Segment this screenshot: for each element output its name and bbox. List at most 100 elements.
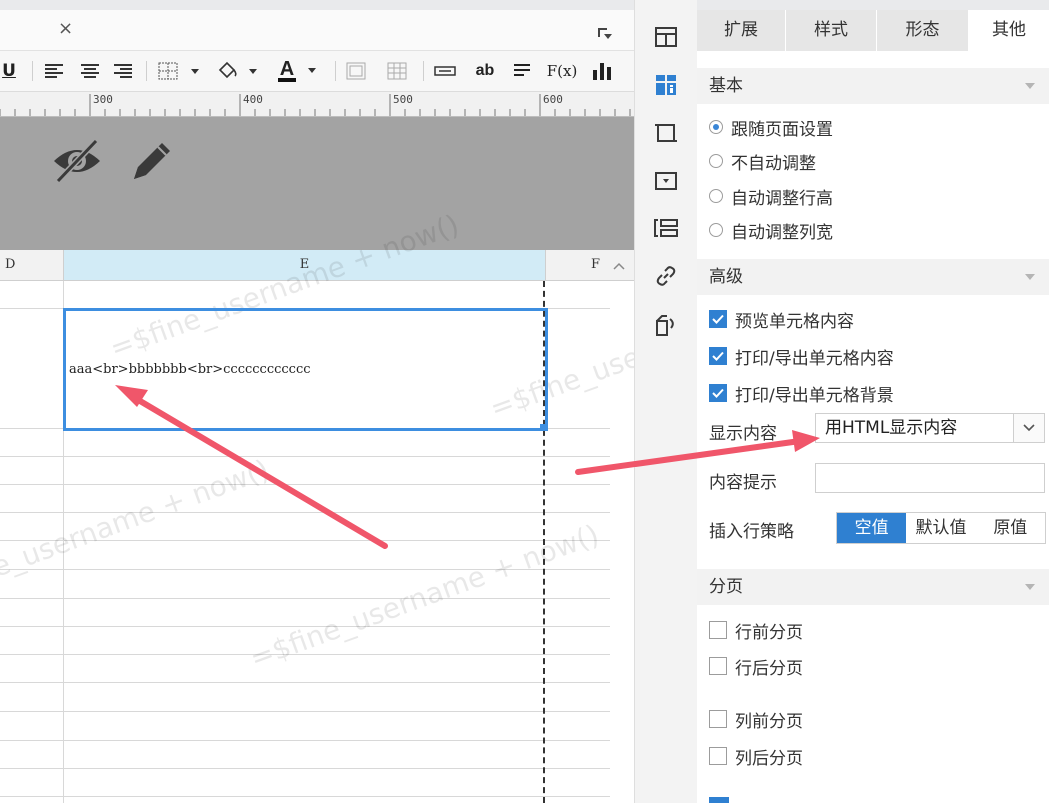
chart-icon[interactable] — [589, 59, 615, 83]
cell-content-text: aaa<br>bbbbbbb<br>cccccccccccc — [69, 362, 311, 377]
section-advanced[interactable]: 高级 — [697, 259, 1049, 295]
tab-form[interactable]: 形态 — [877, 10, 969, 51]
ruler-label: 300 — [93, 93, 113, 106]
cell-properties-panel: 扩展 样式 形态 其他 基本 跟随页面设置 不自动调整 自动调整行高 自动调整列… — [697, 0, 1049, 803]
horizontal-ruler: 300 400 500 600 — [0, 92, 634, 117]
column-header-e[interactable]: E — [63, 250, 546, 280]
font-color-icon[interactable]: A — [272, 59, 326, 83]
checkbox-checked — [709, 310, 727, 328]
tab-style[interactable]: 样式 — [786, 10, 877, 51]
grid-row-line — [0, 654, 610, 655]
grid-row-line — [0, 768, 610, 769]
hyperlink-icon[interactable] — [651, 261, 681, 291]
check-page-before-row[interactable]: 行前分页 — [709, 616, 803, 644]
widget-icon[interactable] — [651, 166, 681, 196]
document-tab-bar: × — [0, 10, 634, 51]
check-print-background[interactable]: 打印/导出单元格背景 — [709, 379, 894, 407]
radio-dot — [709, 189, 723, 203]
align-left-icon[interactable] — [42, 59, 66, 83]
insert-null-button[interactable]: 空值 — [837, 513, 907, 543]
checkbox-unchecked — [709, 657, 727, 675]
insert-default-button[interactable]: 默认值 — [906, 513, 976, 543]
scroll-up-icon[interactable] — [612, 258, 626, 272]
hide-icon[interactable] — [50, 137, 104, 189]
checkbox-label: 列后分页 — [735, 748, 803, 769]
radio-label: 不自动调整 — [731, 153, 816, 174]
radio-label: 自动调整列宽 — [731, 222, 833, 243]
grid-row-line — [0, 569, 610, 570]
text-field-icon[interactable] — [432, 59, 458, 83]
radio-auto-col-width[interactable]: 自动调整列宽 — [709, 216, 833, 244]
section-advanced-title: 高级 — [709, 267, 743, 287]
checkbox-checked — [709, 347, 727, 365]
grid-row-line — [0, 711, 610, 712]
chevron-down-icon — [1025, 584, 1035, 590]
border-dropdown-icon[interactable] — [156, 59, 204, 83]
content-hint-label: 内容提示 — [709, 473, 777, 493]
display-content-value: 用HTML显示内容 — [825, 418, 958, 438]
section-basic[interactable]: 基本 — [697, 68, 1049, 104]
radio-follow-page[interactable]: 跟随页面设置 — [709, 113, 833, 141]
ruler-label: 500 — [393, 93, 413, 106]
radio-auto-row-height[interactable]: 自动调整行高 — [709, 182, 833, 210]
radio-label: 跟随页面设置 — [731, 119, 833, 140]
radio-no-auto[interactable]: 不自动调整 — [709, 147, 816, 175]
insert-row-strategy-label: 插入行策略 — [709, 522, 794, 542]
column-header-f[interactable]: F — [591, 250, 600, 280]
underline-button[interactable]: U — [0, 59, 18, 83]
format-toolbar: U A ab F(x) — [0, 51, 634, 92]
align-center-icon[interactable] — [78, 59, 102, 83]
grid-row-line — [0, 796, 610, 797]
check-page-after-col[interactable]: 列后分页 — [709, 742, 803, 770]
tab-extend[interactable]: 扩展 — [697, 10, 786, 51]
toolbar-divider — [146, 61, 147, 81]
column-header-d[interactable]: D — [5, 250, 15, 280]
chevron-down-icon — [1025, 83, 1035, 89]
checkbox-unchecked — [709, 747, 727, 765]
grid-row-line — [0, 598, 610, 599]
check-preview-content[interactable]: 预览单元格内容 — [709, 305, 854, 333]
section-pagination[interactable]: 分页 — [697, 569, 1049, 605]
property-tabs: 扩展 样式 形态 其他 — [697, 10, 1049, 51]
split-cells-icon[interactable] — [385, 59, 409, 83]
grid-row-line — [0, 626, 610, 627]
edit-pencil-icon[interactable] — [128, 137, 176, 189]
panel-top-strip — [697, 0, 1049, 10]
cell-expand-icon[interactable] — [651, 310, 681, 340]
display-content-select[interactable]: 用HTML显示内容 — [815, 413, 1045, 443]
condition-attribute-icon[interactable] — [651, 213, 681, 243]
section-pagination-title: 分页 — [709, 577, 743, 597]
ruler-label: 400 — [243, 93, 263, 106]
fill-handle[interactable] — [540, 424, 546, 430]
checkbox-unchecked — [709, 621, 727, 639]
grid-row-line — [0, 682, 610, 683]
cell-element-icon[interactable] — [651, 22, 681, 52]
radio-dot — [709, 120, 723, 134]
align-right-icon[interactable] — [111, 59, 135, 83]
tab-other[interactable]: 其他 — [969, 10, 1049, 51]
insert-row-strategy-toggle: 空值 默认值 原值 — [836, 512, 1046, 544]
check-page-before-col[interactable]: 列前分页 — [709, 705, 803, 733]
tab-menu-icon[interactable] — [598, 25, 612, 39]
formula-button[interactable]: F(x) — [547, 59, 578, 83]
check-page-after-row[interactable]: 行后分页 — [709, 652, 803, 680]
check-print-content[interactable]: 打印/导出单元格内容 — [709, 342, 894, 370]
text-wrap-icon[interactable] — [510, 59, 534, 83]
checkbox-label: 打印/导出单元格内容 — [735, 348, 894, 369]
merge-cells-icon[interactable] — [344, 59, 368, 83]
column-header-row: D E F — [0, 250, 634, 281]
text-style-button[interactable]: ab — [472, 59, 498, 83]
cell-attribute-icon[interactable] — [651, 70, 681, 100]
display-content-label: 显示内容 — [709, 424, 777, 444]
radio-dot — [709, 154, 723, 168]
content-hint-input[interactable] — [815, 463, 1045, 493]
insert-original-button[interactable]: 原值 — [975, 513, 1045, 543]
close-tab-button[interactable]: × — [58, 19, 73, 39]
frame-icon[interactable] — [651, 118, 681, 148]
checkbox-label: 打印/导出单元格背景 — [735, 385, 894, 406]
ruler-label: 600 — [543, 93, 563, 106]
fill-color-icon[interactable] — [214, 59, 262, 83]
chevron-down-icon — [1025, 274, 1035, 280]
section-basic-title: 基本 — [709, 76, 743, 96]
checkbox-peek — [709, 797, 729, 803]
